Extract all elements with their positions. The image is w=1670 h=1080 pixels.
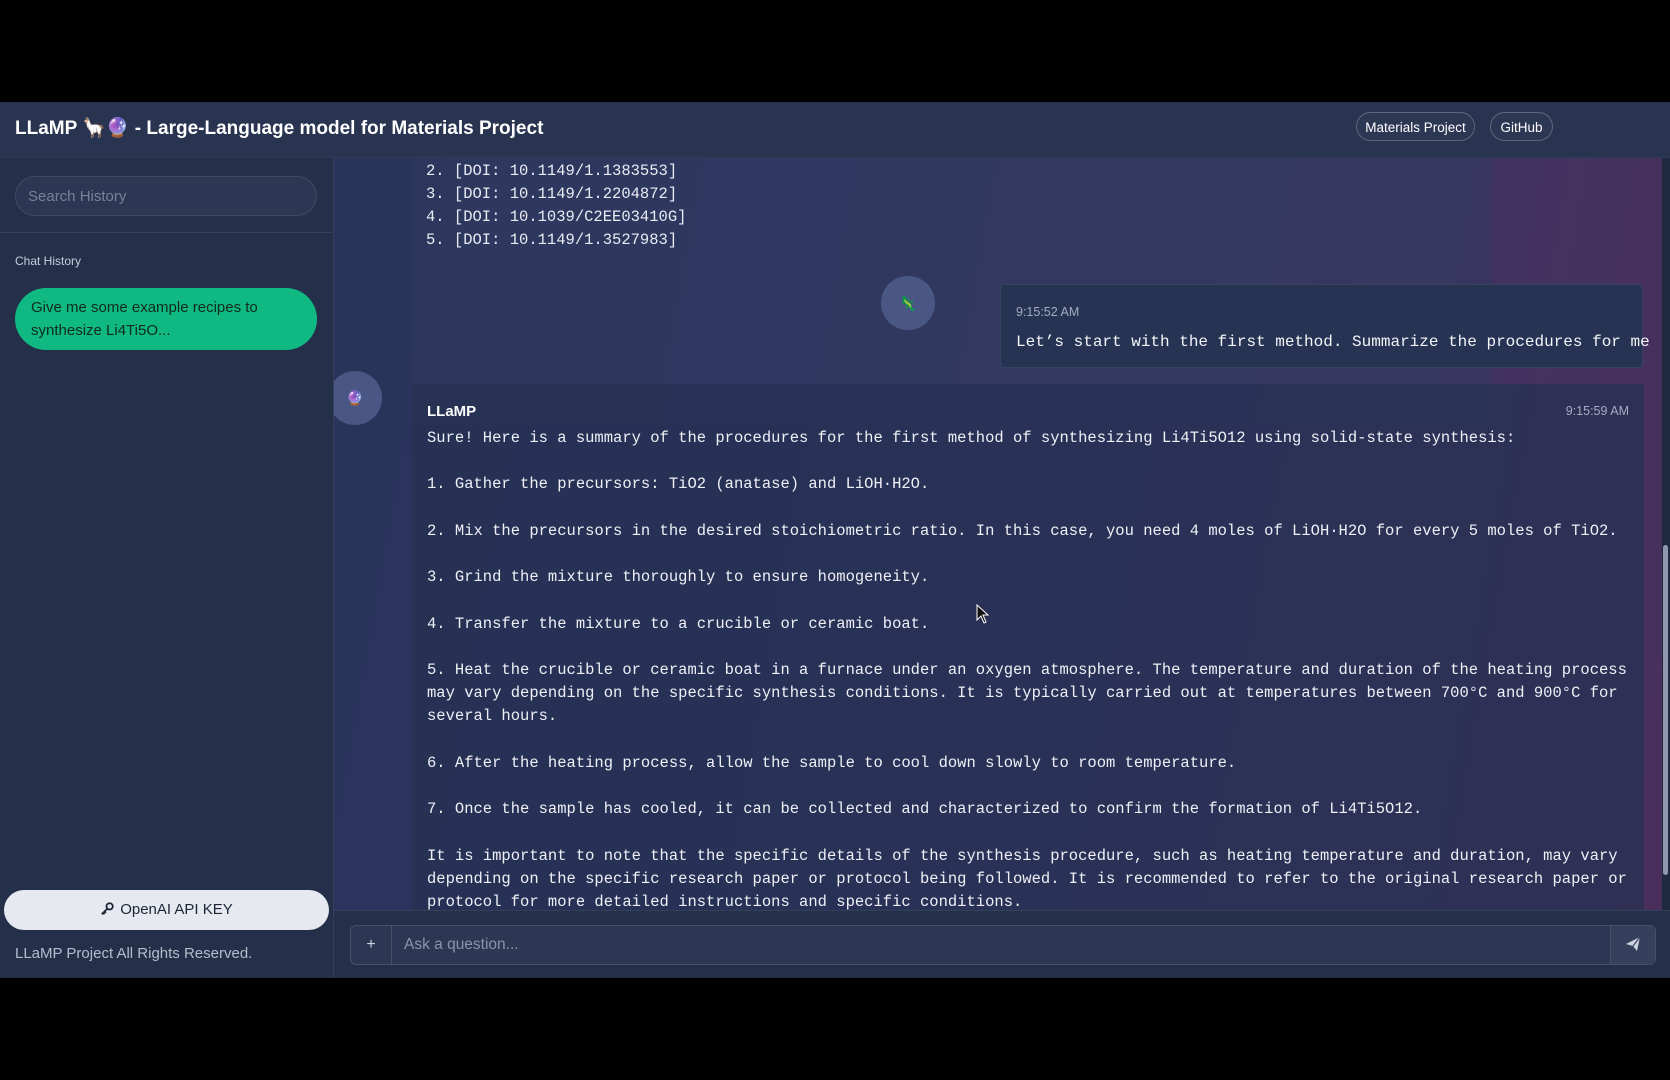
app-window: LLaMP 🦙🔮 - Large-Language model for Mate… bbox=[0, 102, 1670, 978]
chat-area[interactable]: 2. [DOI: 10.1149/1.1383553] 3. [DOI: 10.… bbox=[334, 158, 1662, 910]
key-icon bbox=[100, 890, 114, 930]
lizard-icon: 🦎 bbox=[899, 295, 917, 311]
send-button[interactable] bbox=[1610, 926, 1655, 964]
assistant-message-time: 9:15:59 AM bbox=[1565, 404, 1629, 418]
user-message: 9:15:52 AM Let’s start with the first me… bbox=[1000, 284, 1650, 368]
mouse-cursor-icon bbox=[976, 604, 990, 624]
user-message-text: Let’s start with the first method. Summa… bbox=[1016, 333, 1650, 351]
bot-avatar: 🔮 bbox=[334, 371, 382, 425]
github-button[interactable]: GitHub bbox=[1490, 112, 1553, 141]
api-key-label: OpenAI API KEY bbox=[120, 901, 233, 918]
header-bar: LLaMP 🦙🔮 - Large-Language model for Mate… bbox=[0, 102, 1670, 158]
openai-api-key-button[interactable]: OpenAI API KEY bbox=[4, 890, 329, 930]
previous-message-references: 2. [DOI: 10.1149/1.1383553] 3. [DOI: 10.… bbox=[426, 162, 687, 249]
sidebar: Chat History Give me some example recipe… bbox=[0, 158, 334, 978]
crystal-ball-icon: 🔮 bbox=[346, 390, 364, 406]
sidebar-divider bbox=[0, 232, 333, 233]
question-box: + bbox=[350, 925, 1656, 965]
chat-scrollbar-thumb[interactable] bbox=[1663, 545, 1668, 875]
input-bar: + bbox=[334, 910, 1670, 978]
footer-text: LLaMP Project All Rights Reserved. bbox=[15, 945, 253, 962]
user-avatar: 🦎 bbox=[881, 276, 935, 330]
send-icon bbox=[1626, 936, 1641, 951]
add-attachment-button[interactable]: + bbox=[351, 926, 392, 964]
user-message-time: 9:15:52 AM bbox=[1016, 305, 1080, 319]
chat-history-item[interactable]: Give me some example recipes to synthesi… bbox=[15, 288, 317, 350]
question-input[interactable] bbox=[392, 926, 1591, 964]
assistant-name: LLaMP bbox=[427, 403, 477, 420]
assistant-message-text: Sure! Here is a summary of the procedure… bbox=[427, 429, 1627, 910]
materials-project-button[interactable]: Materials Project bbox=[1356, 112, 1475, 141]
assistant-message: LLaMP 9:15:59 AM Sure! Here is a summary… bbox=[412, 384, 1644, 910]
app-title: LLaMP 🦙🔮 - Large-Language model for Mate… bbox=[15, 118, 544, 139]
search-history-input[interactable] bbox=[15, 176, 317, 216]
chat-history-label: Chat History bbox=[15, 254, 82, 268]
